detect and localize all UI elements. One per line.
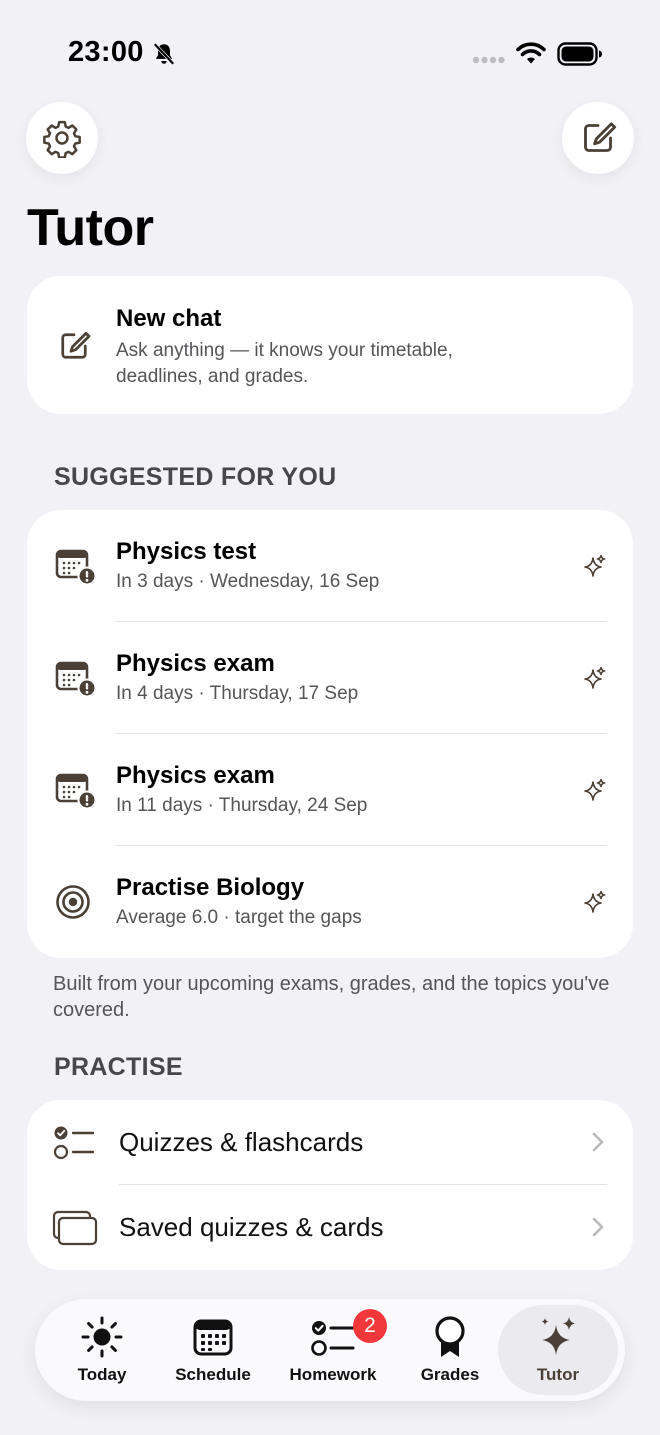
section-header-practise: PRACTISE: [54, 1053, 183, 1081]
tab-label: Schedule: [175, 1365, 251, 1384]
tab-label: Tutor: [536, 1365, 580, 1384]
new-chat-title: New chat: [116, 305, 222, 332]
bell-off-icon: [153, 43, 175, 65]
calendar-icon: [193, 1319, 233, 1356]
tab-today[interactable]: Today: [57, 1299, 147, 1401]
suggested-list: Physics test In 3 days · Wednesday, 16 S…: [27, 510, 633, 958]
practise-item-label: Saved quizzes & cards: [119, 1212, 384, 1242]
status-time: 23:00: [68, 36, 144, 68]
tab-schedule[interactable]: Schedule: [167, 1299, 259, 1401]
cellular-signal-icon: [472, 56, 505, 64]
sparkles-icon: [584, 554, 606, 577]
calendar-alert-icon: [55, 773, 97, 810]
suggestion-subtitle: In 4 days · Thursday, 17 Sep: [116, 683, 359, 704]
suggested-footnote: Built from your upcoming exams, grades, …: [53, 973, 610, 1021]
sparkles-icon: [584, 666, 606, 689]
suggestion-subtitle: In 3 days · Wednesday, 16 Sep: [116, 571, 380, 592]
tab-label: Today: [77, 1365, 127, 1384]
compose-icon: [584, 122, 617, 152]
new-chat-card[interactable]: New chat Ask anything — it knows your ti…: [27, 276, 633, 414]
checklist-icon: [53, 1126, 95, 1160]
gear-icon: [43, 120, 81, 158]
suggestion-item[interactable]: Physics exam In 4 days · Thursday, 17 Se…: [27, 622, 633, 734]
tab-tutor[interactable]: Tutor: [498, 1305, 618, 1395]
sparkles-icon: [584, 890, 606, 913]
practise-item-quizzes[interactable]: Quizzes & flashcards: [27, 1100, 633, 1185]
suggestion-item[interactable]: Practise Biology Average 6.0 · target th…: [27, 846, 633, 958]
practise-item-saved[interactable]: Saved quizzes & cards: [27, 1185, 633, 1270]
chevron-right-icon: [592, 1217, 604, 1237]
tab-grades[interactable]: Grades: [405, 1299, 495, 1401]
suggestion-title: Physics test: [116, 538, 257, 565]
tab-bar: Today Schedule Homework 2 Grades Tutor: [35, 1299, 625, 1401]
calendar-alert-icon: [55, 661, 97, 698]
suggestion-item[interactable]: Physics test In 3 days · Wednesday, 16 S…: [27, 510, 633, 622]
suggestion-title: Physics exam: [116, 650, 275, 677]
practise-item-label: Quizzes & flashcards: [119, 1127, 364, 1157]
target-icon: [56, 885, 90, 919]
compose-icon: [61, 331, 91, 359]
cards-stack-icon: [52, 1210, 98, 1246]
sparkles-icon: [541, 1317, 575, 1355]
tab-homework[interactable]: Homework 2: [285, 1299, 387, 1401]
calendar-alert-icon: [55, 549, 97, 586]
sun-icon: [81, 1316, 123, 1358]
suggestion-subtitle: In 11 days · Thursday, 24 Sep: [116, 795, 368, 816]
suggestion-title: Physics exam: [116, 762, 275, 789]
compose-button[interactable]: [562, 102, 634, 174]
wifi-icon: [516, 42, 546, 64]
award-ribbon-icon: [435, 1316, 465, 1357]
tab-label: Grades: [420, 1365, 480, 1384]
new-chat-subtitle: Ask anything — it knows your timetable, …: [116, 340, 453, 387]
chevron-right-icon: [592, 1132, 604, 1152]
settings-button[interactable]: [26, 102, 98, 174]
suggestion-item[interactable]: Physics exam In 11 days · Thursday, 24 S…: [27, 734, 633, 846]
battery-icon: [557, 42, 602, 66]
suggestion-title: Practise Biology: [116, 874, 305, 901]
practise-list: Quizzes & flashcards Saved quizzes & car…: [27, 1100, 633, 1270]
suggestion-subtitle: Average 6.0 · target the gaps: [116, 907, 362, 928]
tab-label: Homework: [289, 1365, 377, 1384]
sparkles-icon: [584, 778, 606, 801]
status-bar: 23:00: [0, 0, 660, 100]
section-header-suggested: SUGGESTED FOR YOU: [54, 463, 337, 491]
page-title: Tutor: [27, 199, 154, 257]
notification-badge: 2: [353, 1309, 387, 1343]
checklist-icon: [311, 1321, 355, 1356]
